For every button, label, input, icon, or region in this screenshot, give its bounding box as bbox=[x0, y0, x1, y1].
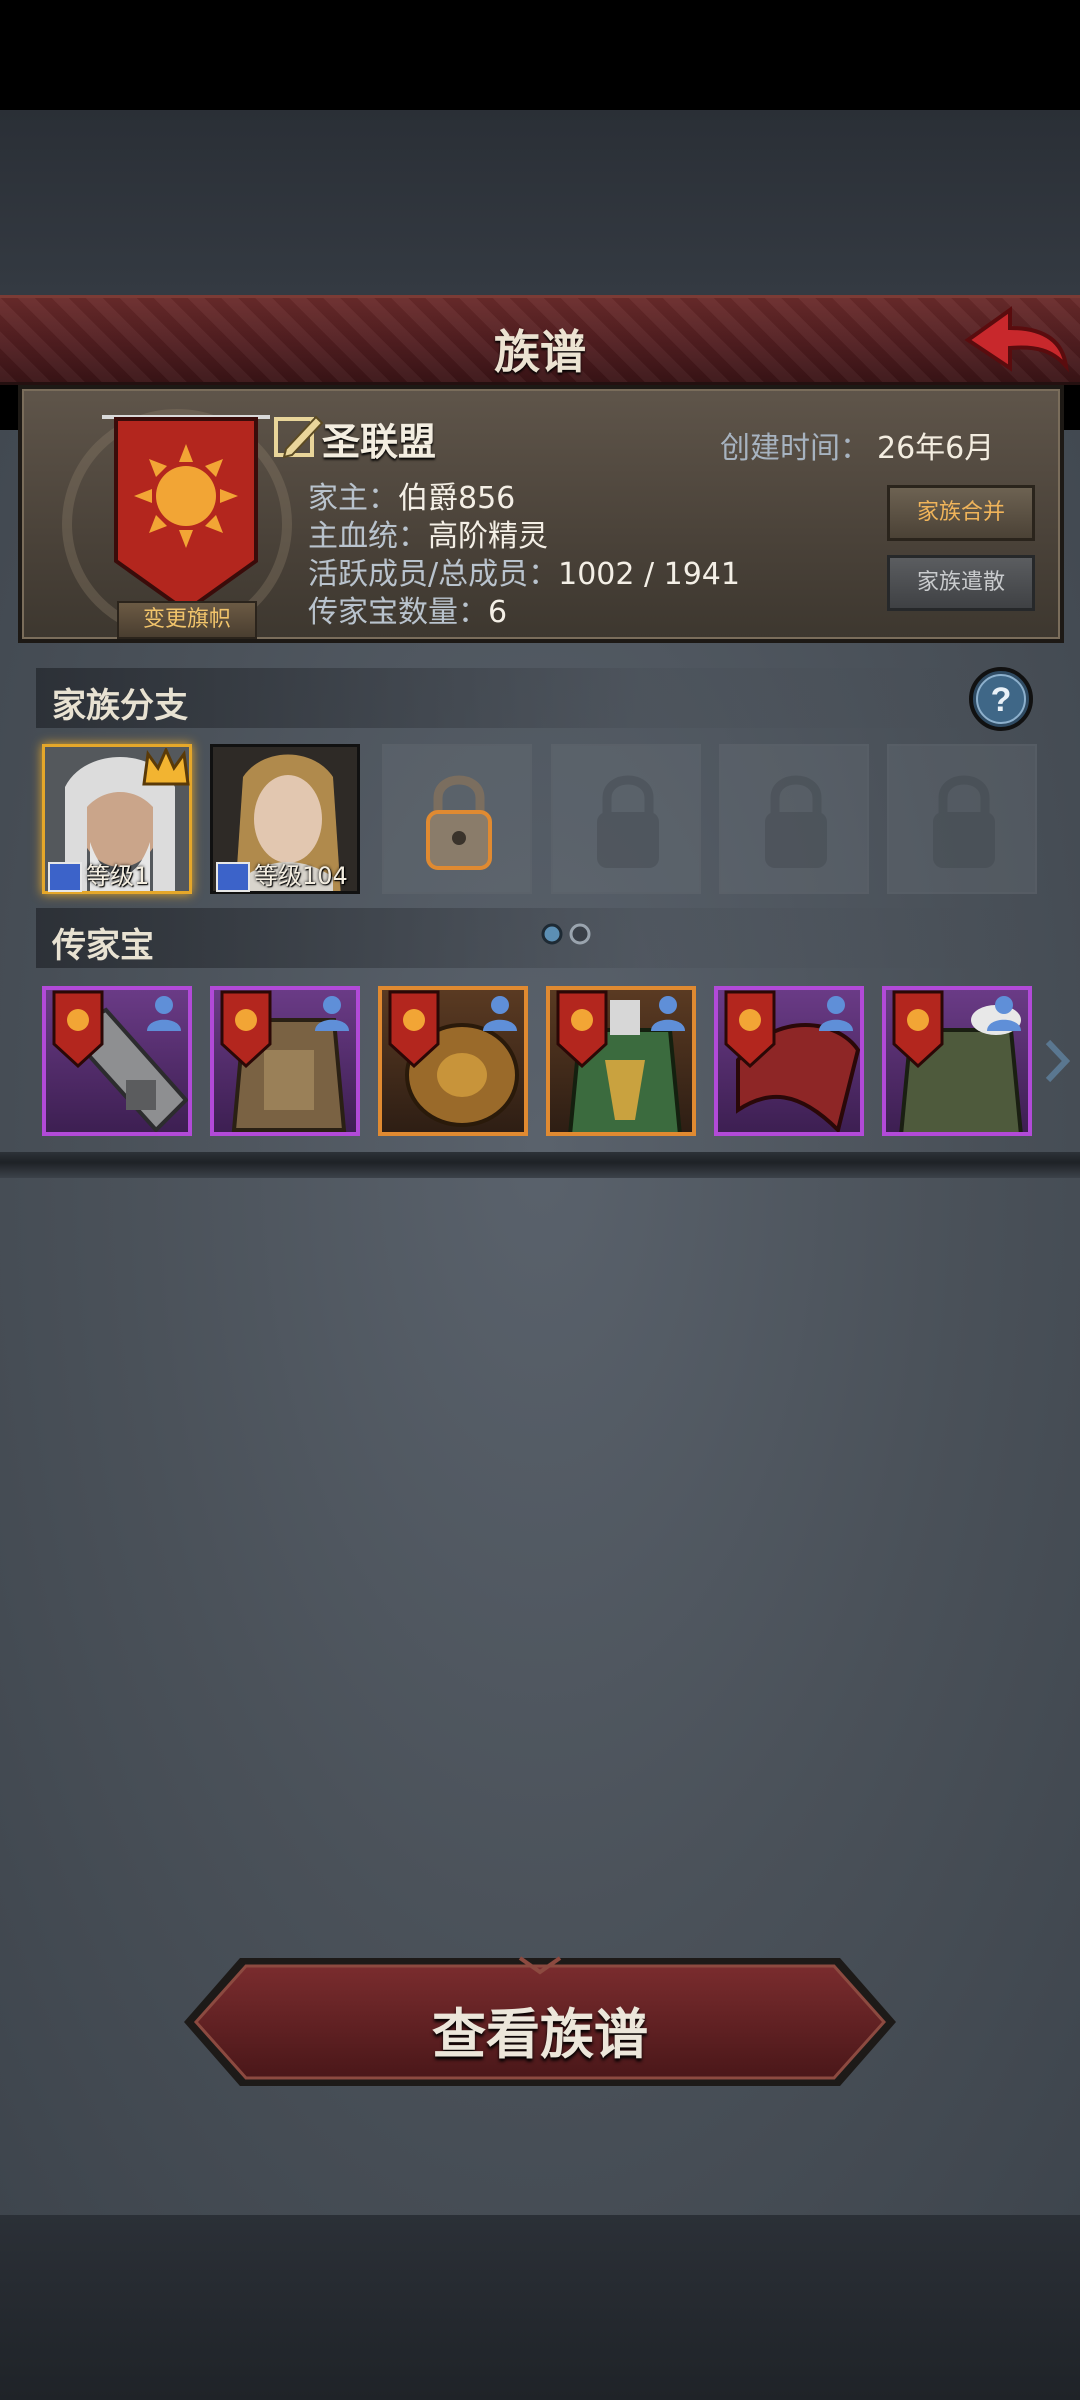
lock-icon bbox=[765, 775, 827, 868]
change-banner-button[interactable]: 变更旗帜 bbox=[117, 601, 257, 639]
family-banner-icon bbox=[388, 990, 440, 1068]
view-family-tree-label: 查看族谱 bbox=[432, 2003, 648, 2066]
sword-icon bbox=[48, 862, 82, 892]
person-icon bbox=[651, 996, 685, 1031]
family-info-panel: 变更旗帜 圣联盟 创建时间： 26年6月 家主：伯爵856 主血统：高阶精灵 活… bbox=[18, 385, 1064, 643]
heirloom-item[interactable] bbox=[714, 986, 864, 1136]
help-icon[interactable]: ? bbox=[968, 666, 1034, 732]
crown-icon bbox=[142, 748, 190, 786]
lock-icon bbox=[597, 775, 659, 868]
person-icon bbox=[819, 996, 853, 1031]
page-indicator bbox=[541, 923, 591, 945]
person-icon bbox=[987, 996, 1021, 1031]
family-banner-icon bbox=[52, 990, 104, 1068]
page-title: 族谱 bbox=[494, 325, 586, 379]
lock-icon bbox=[426, 775, 492, 870]
heirloom-item[interactable] bbox=[546, 986, 696, 1136]
sword-icon bbox=[216, 862, 250, 892]
person-icon bbox=[147, 996, 181, 1031]
person-icon bbox=[315, 996, 349, 1031]
family-banner-icon bbox=[556, 990, 608, 1068]
family-banner-icon bbox=[220, 990, 272, 1068]
lock-icon bbox=[933, 775, 995, 868]
family-banner-icon[interactable] bbox=[102, 411, 270, 616]
chevron-right-icon[interactable] bbox=[1044, 1038, 1070, 1084]
top-background bbox=[0, 110, 1080, 295]
heirloom-item[interactable] bbox=[378, 986, 528, 1136]
heirloom-item[interactable] bbox=[882, 986, 1032, 1136]
locked-branch-slot[interactable] bbox=[887, 744, 1037, 894]
family-banner-icon bbox=[892, 990, 944, 1068]
edit-name-icon[interactable] bbox=[272, 411, 324, 463]
bottom-background bbox=[0, 2215, 1080, 2400]
created-label: 创建时间： bbox=[720, 431, 870, 466]
person-icon bbox=[483, 996, 517, 1031]
family-name: 圣联盟 bbox=[322, 420, 437, 464]
svg-text:?: ? bbox=[991, 681, 1012, 719]
divider bbox=[0, 1152, 1080, 1178]
back-arrow-icon[interactable] bbox=[960, 304, 1070, 382]
branches-header: 家族分支 bbox=[36, 668, 1046, 728]
heirloom-item[interactable] bbox=[42, 986, 192, 1136]
family-banner-icon bbox=[724, 990, 776, 1068]
locked-branch-slot[interactable] bbox=[719, 744, 869, 894]
branch-member-slot[interactable]: 等级104 bbox=[210, 744, 360, 894]
status-bar-area bbox=[0, 0, 1080, 110]
title-bar: 族谱 bbox=[0, 295, 1080, 385]
heirloom-count-line: 传家宝数量：6 bbox=[308, 595, 508, 630]
family-merge-button[interactable]: 家族合并 bbox=[887, 485, 1035, 541]
heirloom-item[interactable] bbox=[210, 986, 360, 1136]
branch-member-slot[interactable]: 等级1 bbox=[42, 744, 192, 894]
locked-branch-slot[interactable] bbox=[382, 744, 532, 894]
created-value: 26年6月 bbox=[877, 431, 995, 466]
family-dissolve-button[interactable]: 家族遣散 bbox=[887, 555, 1035, 611]
locked-branch-slot[interactable] bbox=[551, 744, 701, 894]
